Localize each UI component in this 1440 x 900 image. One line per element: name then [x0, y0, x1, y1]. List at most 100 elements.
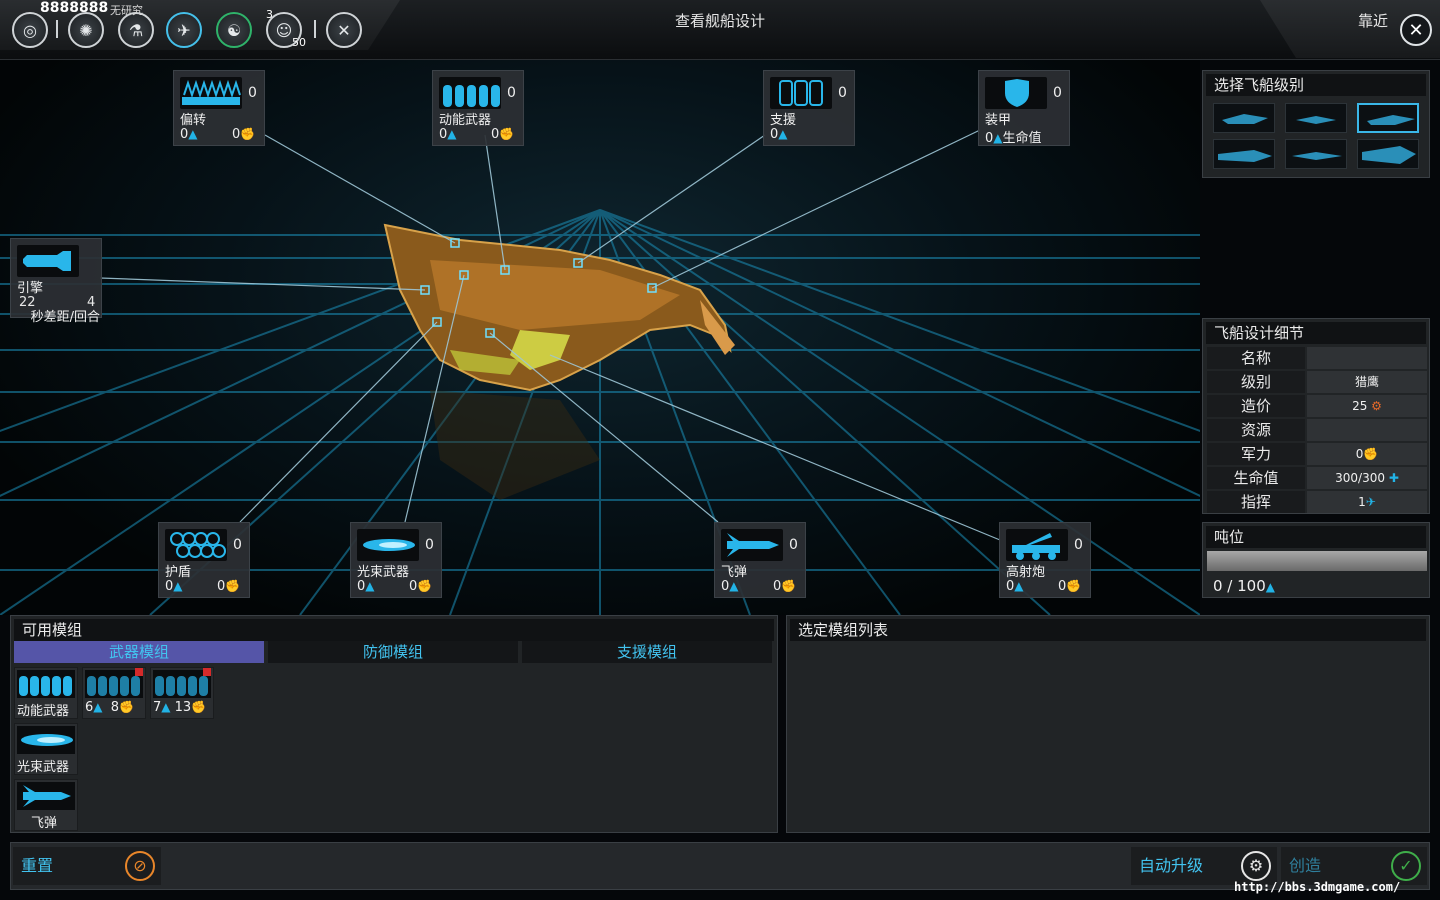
- weight-icon: ▲: [778, 127, 788, 141]
- slot-power: 0✊: [232, 127, 256, 142]
- create-label: 创造: [1289, 856, 1322, 875]
- ship-name-field[interactable]: [1307, 347, 1427, 369]
- kinetic-weapon-icon: [439, 77, 501, 109]
- detail-key: 军力: [1207, 443, 1305, 465]
- ship-class-option[interactable]: [1285, 103, 1347, 133]
- missile-icon: [17, 782, 75, 810]
- slot-tonnage: 0▲: [721, 579, 739, 594]
- module-kinetic-locked[interactable]: 6▲ 8✊: [82, 667, 146, 719]
- approach-button[interactable]: 靠近: [1358, 10, 1388, 31]
- ship-class-panel: 选择飞船级别: [1202, 70, 1430, 178]
- weight-icon: ▲: [93, 700, 103, 714]
- power-icon: ✊: [499, 127, 515, 141]
- slot-count: 0: [233, 537, 242, 553]
- support-icon: [770, 77, 832, 109]
- slot-armor[interactable]: 0 装甲 0▲生命值: [978, 70, 1070, 146]
- tonnage-panel: 吨位 0 / 100▲: [1202, 522, 1430, 598]
- detail-value: [1307, 419, 1427, 441]
- slot-engine[interactable]: 引擎 22 4: [10, 238, 102, 318]
- weight-icon: ▲: [729, 579, 739, 593]
- detail-value: 25 ⚙: [1307, 395, 1427, 417]
- module-beam[interactable]: 光束武器: [14, 723, 78, 775]
- detail-row-cost: 造价 25 ⚙: [1207, 395, 1427, 417]
- locked-flag-icon: [135, 668, 143, 676]
- slot-count: 0: [1053, 85, 1062, 101]
- checkmark-icon: ✓: [1391, 851, 1421, 881]
- slot-support[interactable]: 0 支援 0▲: [763, 70, 855, 146]
- slot-power: 0✊: [491, 127, 515, 142]
- slot-count: 0: [1074, 537, 1083, 553]
- tab-support-modules[interactable]: 支援模组: [522, 641, 772, 663]
- ship-class-option[interactable]: [1285, 139, 1347, 169]
- health-plus-icon: ✚: [1388, 471, 1399, 485]
- panel-title: 可用模组: [14, 619, 774, 641]
- beam-weapon-icon: [17, 726, 75, 754]
- flak-cannon-icon: [1006, 529, 1068, 561]
- slot-tonnage: 0▲: [165, 579, 183, 594]
- detail-row-class: 级别 猎鹰: [1207, 371, 1427, 393]
- shield-hex-icon: [165, 529, 227, 561]
- detail-key: 名称: [1207, 347, 1305, 369]
- beam-weapon-icon: [357, 529, 419, 561]
- detail-key: 生命值: [1207, 467, 1305, 489]
- slot-flak[interactable]: 0 高射炮 0▲ 0✊: [999, 522, 1091, 598]
- panel-title: 吨位: [1206, 526, 1426, 548]
- detail-key: 资源: [1207, 419, 1305, 441]
- module-stats: 6▲ 8✊: [85, 700, 135, 715]
- slot-beam-weapon[interactable]: 0 光束武器 0▲ 0✊: [350, 522, 442, 598]
- module-kinetic[interactable]: 动能武器: [14, 667, 78, 719]
- action-bar: 重置 ⊘ 自动升级 ⚙ 创造 ✓: [10, 842, 1430, 890]
- slot-name: 引擎: [17, 281, 44, 296]
- detail-value: 0✊: [1307, 443, 1427, 465]
- panel-title: 飞船设计细节: [1206, 322, 1426, 344]
- slot-name: 支援: [770, 113, 797, 128]
- slot-deflect[interactable]: 0 偏转 0▲ 0✊: [173, 70, 265, 146]
- tab-defense-modules[interactable]: 防御模组: [268, 641, 518, 663]
- detail-row-resources: 资源: [1207, 419, 1427, 441]
- close-icon: ✕: [1408, 19, 1424, 41]
- tab-weapon-modules[interactable]: 武器模组: [14, 641, 264, 663]
- slot-tonnage: 0▲: [770, 127, 788, 142]
- detail-key: 造价: [1207, 395, 1305, 417]
- reset-button[interactable]: 重置 ⊘: [13, 847, 161, 885]
- screen-title: 查看舰船设计: [674, 12, 765, 30]
- slot-name: 高射炮: [1006, 565, 1046, 580]
- ship-class-option[interactable]: [1357, 139, 1419, 169]
- module-label: 动能武器: [17, 704, 70, 719]
- weight-icon: ▲: [161, 700, 171, 714]
- badge-bottom: 50: [292, 36, 306, 49]
- ship-class-option-selected[interactable]: [1357, 103, 1419, 133]
- ship-class-option[interactable]: [1213, 139, 1275, 169]
- slot-power: 0✊: [409, 579, 433, 594]
- engine-icon: [17, 245, 79, 277]
- slot-tonnage: 0▲: [1006, 579, 1024, 594]
- slot-name: 装甲: [985, 113, 1012, 128]
- slot-kinetic-weapon[interactable]: 0 动能武器 0▲ 0✊: [432, 70, 524, 146]
- weight-icon: ▲: [1014, 579, 1024, 593]
- locked-flag-icon: [203, 668, 211, 676]
- module-stats: 7▲ 13✊: [153, 700, 207, 715]
- detail-row-hp: 生命值 300/300 ✚: [1207, 467, 1427, 489]
- module-kinetic-locked[interactable]: 7▲ 13✊: [150, 667, 214, 719]
- slot-missile[interactable]: 0 飞弹 0▲ 0✊: [714, 522, 806, 598]
- module-missile[interactable]: 飞弹: [14, 779, 78, 831]
- slot-count: 0: [248, 85, 257, 101]
- slot-power: 0✊: [217, 579, 241, 594]
- weight-icon: ▲: [188, 127, 198, 141]
- power-icon: ✊: [781, 579, 797, 593]
- detail-row-command: 指挥 1✈: [1207, 491, 1427, 513]
- auto-upgrade-label: 自动升级: [1139, 856, 1204, 875]
- close-button[interactable]: ✕: [1400, 14, 1432, 46]
- missile-icon: [721, 529, 783, 561]
- ship-class-option[interactable]: [1213, 103, 1275, 133]
- reset-label: 重置: [21, 856, 54, 875]
- slot-power: 0✊: [1058, 579, 1082, 594]
- slot-tonnage: 0▲: [180, 127, 198, 142]
- panel-title: 选定模组列表: [790, 619, 1426, 641]
- power-icon: ✊: [225, 579, 241, 593]
- cancel-icon: ⊘: [125, 851, 155, 881]
- power-icon: ✊: [240, 127, 256, 141]
- watermark-url: http://bbs.3dmgame.com/: [1234, 880, 1401, 894]
- engine-speed: 22: [19, 295, 36, 310]
- slot-shield[interactable]: 0 护盾 0▲ 0✊: [158, 522, 250, 598]
